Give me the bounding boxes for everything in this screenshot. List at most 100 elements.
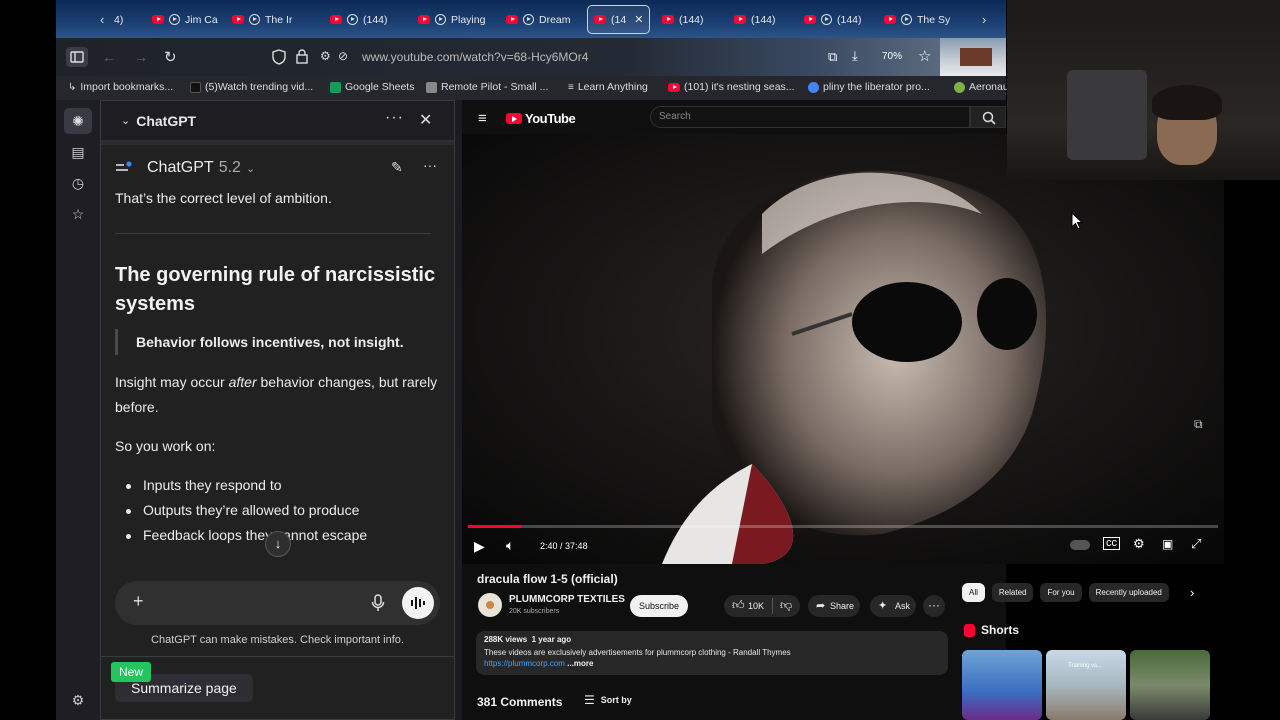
description-link[interactable]: https://plummcorp.com	[484, 659, 565, 668]
share-button[interactable]: ➦ Share	[808, 595, 860, 617]
tab-item[interactable]: (144)	[330, 6, 400, 33]
search-input[interactable]: Search	[650, 106, 970, 128]
bookmark-item[interactable]: ≡ Learn Anything	[568, 81, 648, 93]
tab-item[interactable]: (144)	[662, 6, 732, 33]
composer-input[interactable]: +	[115, 581, 440, 625]
chip-recently-uploaded[interactable]: Recently uploaded	[1088, 583, 1169, 602]
scroll-down-icon[interactable]: ↓	[265, 531, 291, 557]
bookmark-item[interactable]: (101) it's nesting seas...	[668, 81, 795, 93]
zoom-level[interactable]: 70%	[882, 51, 902, 62]
reload-icon[interactable]: ↻	[164, 48, 177, 66]
webcam-hair	[1152, 85, 1222, 120]
short-thumbnail[interactable]: Training vs...	[1046, 650, 1126, 720]
back-icon[interactable]: ←	[102, 49, 116, 65]
thumbs-down-icon[interactable]: 👎︎	[780, 598, 792, 613]
lock-icon[interactable]	[296, 49, 308, 64]
chip-for-you[interactable]: For you	[1040, 583, 1082, 602]
short-thumbnail[interactable]	[1130, 650, 1210, 720]
tab-item[interactable]: Playing	[418, 6, 488, 33]
tab-item[interactable]: (144)	[804, 6, 882, 33]
picture-in-picture-icon[interactable]: ⧉	[828, 49, 837, 65]
plus-icon[interactable]: +	[133, 591, 144, 612]
tab-scroll-right-icon[interactable]: ›	[982, 12, 986, 27]
channel-name[interactable]: PLUMMCORP TEXTILES	[509, 594, 625, 605]
like-count[interactable]: 10K	[748, 601, 764, 611]
new-badge: New	[111, 662, 151, 682]
play-icon[interactable]: ▶	[474, 538, 485, 555]
short-thumbnail[interactable]	[962, 650, 1042, 720]
close-icon[interactable]: ✕	[419, 110, 432, 130]
webcam-object	[1067, 70, 1147, 160]
header-divider	[101, 141, 454, 145]
progress-track[interactable]	[468, 525, 1218, 528]
video-player[interactable]: ▶ 🔈︎ 2:40 / 37:48 cc ⚙ ▣ ⤢ ⧉	[462, 134, 1224, 564]
bookmark-item[interactable]: Google Sheets	[330, 81, 414, 93]
channel-avatar[interactable]	[478, 593, 502, 617]
more-actions-icon[interactable]: ···	[923, 595, 945, 617]
playing-icon	[523, 14, 534, 25]
tab-item[interactable]: The Ir	[232, 6, 312, 33]
history-icon[interactable]: ◷	[70, 175, 86, 191]
tab-item[interactable]: 4)	[114, 6, 142, 33]
bookmark-item[interactable]: (5)Watch trending vid...	[190, 81, 313, 93]
tab-scroll-left-icon[interactable]: ‹	[100, 12, 104, 27]
message-paragraph: Insight may occur after behavior changes…	[115, 374, 438, 415]
voice-mode-button[interactable]	[402, 587, 434, 619]
message-heading: The governing rule of narcissistic syste…	[115, 264, 436, 315]
playing-icon	[901, 14, 912, 25]
ask-button[interactable]: ✦ Ask	[870, 595, 916, 617]
more-options-icon[interactable]: ···	[385, 109, 404, 127]
chip-related[interactable]: Related	[991, 583, 1034, 602]
chips-next-icon[interactable]: ›	[1190, 585, 1194, 600]
mouse-cursor	[1071, 212, 1083, 230]
bookmark-item[interactable]: pliny the liberator pro...	[808, 81, 930, 93]
picture-in-picture-icon[interactable]: ⧉	[1194, 417, 1203, 432]
autoplay-toggle[interactable]	[1070, 540, 1090, 550]
hamburger-menu-icon[interactable]: ≡	[478, 110, 487, 127]
synced-tabs-icon[interactable]: ▤	[70, 144, 86, 160]
description-box[interactable]: 288K views 1 year ago These videos are e…	[476, 631, 948, 675]
url-bar[interactable]: www.youtube.com/watch?v=68-Hcy6MOr4	[362, 50, 588, 64]
permissions-icon[interactable]: ⚙	[320, 49, 331, 63]
tab-close-icon[interactable]: ✕	[634, 13, 643, 26]
playing-icon	[435, 14, 446, 25]
bookmark-item[interactable]: ↳ Import bookmarks...	[68, 81, 173, 93]
download-icon[interactable]: ⤓	[852, 48, 858, 64]
tab-item[interactable]: Jim Ca	[152, 6, 222, 33]
sidebar-toggle-button[interactable]	[66, 47, 88, 67]
like-dislike-group: 👍︎ 10K 👎︎	[724, 595, 800, 617]
settings-gear-icon[interactable]: ⚙	[70, 692, 86, 708]
bookmarks-star-icon[interactable]: ☆	[70, 206, 86, 222]
tab-item[interactable]: Dream	[506, 6, 576, 33]
tab-active[interactable]: (14 ✕	[587, 5, 650, 34]
youtube-logo[interactable]: YouTube	[506, 111, 576, 126]
new-chat-icon[interactable]: ✎	[391, 159, 403, 176]
playing-icon	[169, 14, 180, 25]
chatgpt-rail-button[interactable]: ✺	[64, 108, 92, 134]
chip-all[interactable]: All	[962, 583, 985, 602]
autoplay-blocked-icon[interactable]: ⊘	[338, 49, 348, 63]
bookmark-item[interactable]: Remote Pilot - Small ...	[426, 81, 548, 93]
captions-icon[interactable]: cc	[1103, 537, 1120, 550]
bookmark-item[interactable]: Aeronau	[954, 81, 1009, 93]
forward-icon[interactable]: →	[134, 49, 148, 65]
bookmark-star-icon[interactable]: ☆	[918, 47, 931, 65]
thumbs-up-icon[interactable]: 👍︎	[732, 598, 745, 613]
chevron-down-icon[interactable]: ⌄	[121, 114, 130, 127]
subscribe-button[interactable]: Subscribe	[630, 595, 688, 617]
more-options-icon[interactable]: ···	[423, 157, 437, 173]
model-selector[interactable]: ChatGPT 5.2 ⌄	[115, 159, 255, 177]
shield-icon[interactable]	[272, 49, 286, 65]
fullscreen-icon[interactable]: ⤢	[1191, 536, 1201, 552]
tab-item[interactable]: The Sy	[884, 6, 974, 33]
sidebar-icon	[70, 51, 84, 63]
more-link[interactable]: ...more	[567, 659, 593, 668]
tab-item[interactable]: (144)	[734, 6, 802, 33]
search-button[interactable]	[970, 106, 1006, 128]
divider	[115, 233, 431, 234]
microphone-icon[interactable]	[371, 594, 385, 612]
sort-button[interactable]: ☰ Sort by	[584, 693, 632, 707]
settings-icon[interactable]: ⚙	[1133, 536, 1145, 552]
miniplayer-icon[interactable]: ▣	[1162, 537, 1173, 551]
volume-icon[interactable]: 🔈︎	[506, 537, 514, 554]
